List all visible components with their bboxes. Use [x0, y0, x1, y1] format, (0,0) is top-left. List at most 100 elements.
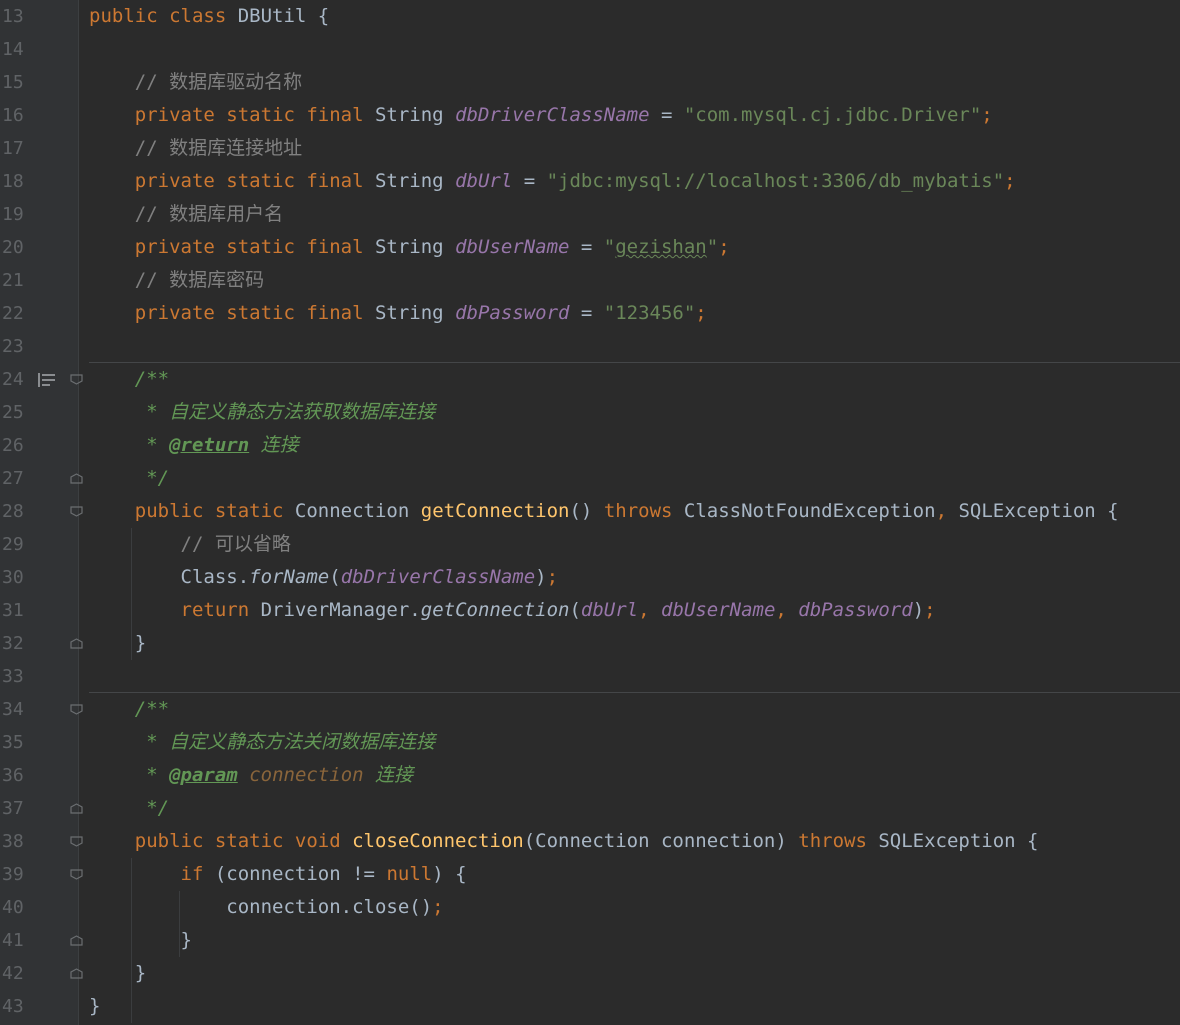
- code-line[interactable]: 37 */: [0, 792, 1180, 825]
- line-number: 43: [0, 990, 30, 1023]
- code-line[interactable]: 34 /**: [0, 693, 1180, 726]
- fold-marker-icon[interactable]: [70, 935, 83, 946]
- code-token: private static final: [134, 104, 375, 126]
- line-number-text: 16: [2, 105, 24, 126]
- code-token: ;: [546, 566, 559, 588]
- method-separator: [89, 362, 1180, 363]
- fold-marker-icon[interactable]: [70, 473, 83, 484]
- code-token: getConnection: [420, 500, 570, 522]
- line-number: 20: [0, 231, 30, 264]
- code-line[interactable]: 18 private static final String dbUrl = "…: [0, 165, 1180, 198]
- code-token: String: [374, 302, 456, 324]
- code-line[interactable]: 31 return DriverManager.getConnection(db…: [0, 594, 1180, 627]
- fold-marker-icon[interactable]: [70, 803, 83, 814]
- fold-marker-icon[interactable]: [70, 506, 83, 517]
- line-number: 16: [0, 99, 30, 132]
- code-editor[interactable]: 13 public class DBUtil {14 15 // 数据库驱动名称 16…: [0, 0, 1180, 1025]
- code-line[interactable]: 24 /**: [0, 363, 1180, 396]
- code-line[interactable]: 16 private static final String dbDriverC…: [0, 99, 1180, 132]
- code-token: dbUserName: [661, 599, 776, 621]
- line-number-text: 19: [2, 204, 24, 225]
- code-token: }: [89, 632, 147, 654]
- indent-guide: [131, 858, 132, 1023]
- line-number: 41: [0, 924, 30, 957]
- code-line[interactable]: 40 connection.close();: [0, 891, 1180, 924]
- code-token: ): [535, 566, 547, 588]
- line-number: 22: [0, 297, 30, 330]
- code-token: // 数据库驱动名称: [134, 71, 303, 93]
- code-line[interactable]: 14: [0, 33, 1180, 66]
- code-token: ) {: [432, 863, 467, 885]
- code-text: private static final String dbPassword =…: [89, 297, 707, 330]
- code-line[interactable]: 26 * @return 连接: [0, 429, 1180, 462]
- line-number-text: 34: [2, 699, 24, 720]
- line-number: 32: [0, 627, 30, 660]
- fold-marker-icon[interactable]: [70, 836, 83, 847]
- fold-marker-icon[interactable]: [70, 869, 83, 880]
- code-text: * @param connection 连接: [89, 759, 413, 792]
- fold-marker-icon[interactable]: [70, 374, 83, 385]
- code-token: ": [603, 236, 616, 258]
- code-line[interactable]: 15 // 数据库驱动名称: [0, 66, 1180, 99]
- code-token: private static final: [134, 236, 375, 258]
- code-line[interactable]: 41 }: [0, 924, 1180, 957]
- render-doc-icon[interactable]: [38, 372, 56, 388]
- code-token: (connection !=: [214, 863, 387, 885]
- code-token: dbUserName: [455, 236, 570, 258]
- code-text: public static void closeConnection(Conne…: [89, 825, 1039, 858]
- line-number-text: 35: [2, 732, 24, 753]
- code-line[interactable]: 28 public static Connection getConnectio…: [0, 495, 1180, 528]
- line-number: 36: [0, 759, 30, 792]
- line-number: 27: [0, 462, 30, 495]
- code-line[interactable]: 33: [0, 660, 1180, 693]
- code-token: dbUrl: [455, 170, 513, 192]
- code-line[interactable]: 20 private static final String dbUserNam…: [0, 231, 1180, 264]
- code-line[interactable]: 32 }: [0, 627, 1180, 660]
- code-line[interactable]: 29 // 可以省略: [0, 528, 1180, 561]
- code-line[interactable]: 30 Class.forName(dbDriverClassName);: [0, 561, 1180, 594]
- line-number-text: 22: [2, 303, 24, 324]
- code-line[interactable]: 22 private static final String dbPasswor…: [0, 297, 1180, 330]
- line-number: 18: [0, 165, 30, 198]
- code-token: (: [329, 566, 341, 588]
- line-number: 28: [0, 495, 30, 528]
- code-token: getConnection: [420, 599, 570, 621]
- code-line[interactable]: 17 // 数据库连接地址: [0, 132, 1180, 165]
- code-line[interactable]: 38 public static void closeConnection(Co…: [0, 825, 1180, 858]
- code-line[interactable]: 21 // 数据库密码: [0, 264, 1180, 297]
- code-token: ;: [695, 302, 707, 324]
- code-token: }: [89, 929, 192, 951]
- fold-marker-icon[interactable]: [70, 704, 83, 715]
- code-line[interactable]: 43}: [0, 990, 1180, 1023]
- code-line[interactable]: 35 * 自定义静态方法关闭数据库连接: [0, 726, 1180, 759]
- code-line[interactable]: 42 }: [0, 957, 1180, 990]
- code-line[interactable]: 19 // 数据库用户名: [0, 198, 1180, 231]
- code-token: ;: [981, 104, 993, 126]
- fold-marker-icon[interactable]: [70, 638, 83, 649]
- code-token: dbDriverClassName: [455, 104, 650, 126]
- line-number-text: 38: [2, 831, 24, 852]
- code-text: }: [89, 924, 192, 957]
- code-line[interactable]: 39 if (connection != null) {: [0, 858, 1180, 891]
- code-line[interactable]: 25 * 自定义静态方法获取数据库连接: [0, 396, 1180, 429]
- line-number-text: 15: [2, 72, 24, 93]
- code-line[interactable]: 23: [0, 330, 1180, 363]
- code-text: connection.close();: [89, 891, 443, 924]
- line-number: 17: [0, 132, 30, 165]
- code-line[interactable]: 36 * @param connection 连接: [0, 759, 1180, 792]
- line-number: 19: [0, 198, 30, 231]
- code-token: // 可以省略: [180, 533, 291, 555]
- code-line[interactable]: 27 */: [0, 462, 1180, 495]
- fold-marker-icon[interactable]: [70, 968, 83, 979]
- code-line[interactable]: 13 public class DBUtil {: [0, 0, 1180, 33]
- line-number: 34: [0, 693, 30, 726]
